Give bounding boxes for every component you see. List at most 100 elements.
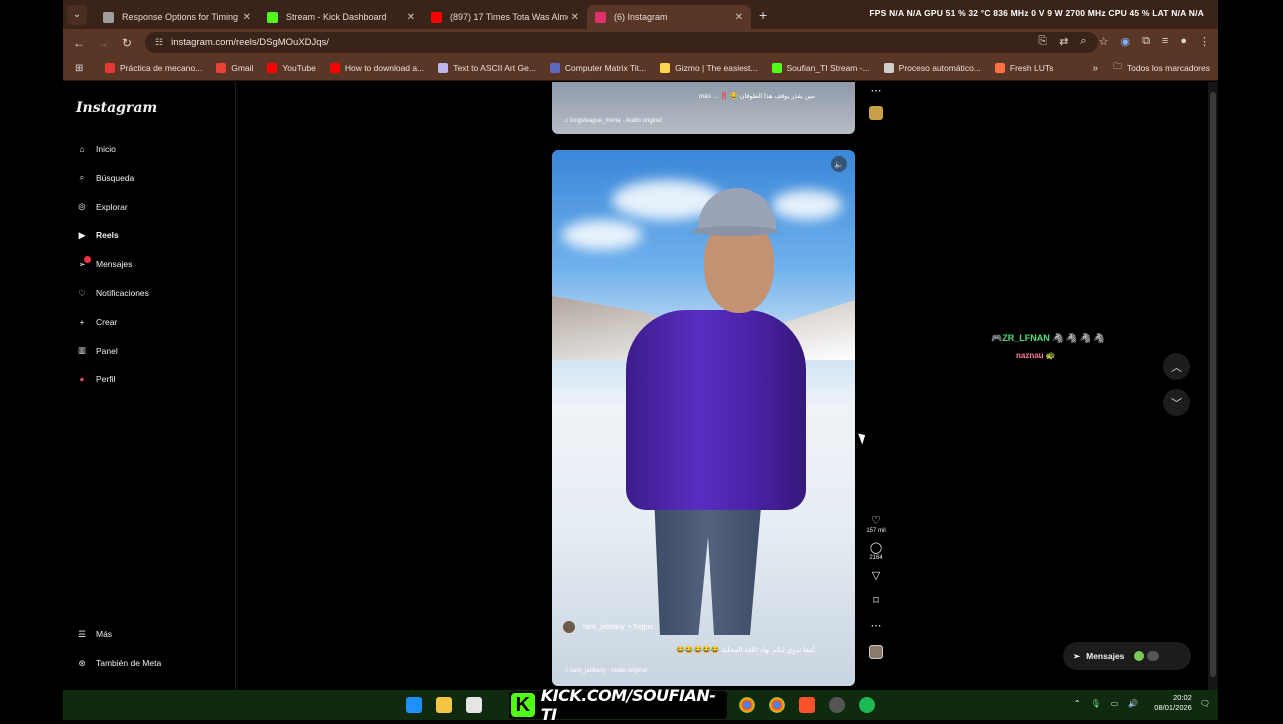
bookmark-item[interactable]: Fresh LUTs — [994, 63, 1053, 73]
address-bar[interactable]: ☷ instagram.com/reels/DSgMOuXDJqs/ — [145, 32, 1098, 53]
new-tab-button[interactable]: + — [759, 7, 767, 23]
chevron-up-icon: ︿ — [1171, 361, 1182, 374]
author-username[interactable]: tarik_jabbariy — [583, 624, 625, 631]
bookmark-item[interactable]: Gmail — [216, 63, 253, 73]
microphone-icon[interactable]: 🎙 — [1091, 699, 1101, 708]
sidebar-item-perfil[interactable]: ● Perfil — [75, 369, 115, 389]
bookmark-item[interactable]: Computer Matrix Tit... — [549, 63, 646, 73]
next-reel-button[interactable]: ﹀ — [1163, 389, 1190, 416]
sidebar-item-label: Perfil — [96, 374, 116, 385]
like-heart-icon[interactable]: ♡ — [871, 514, 881, 528]
volume-icon[interactable]: 🔊 — [1128, 699, 1138, 708]
sidebar-item-meta[interactable]: ⊛ También de Meta — [75, 653, 161, 673]
scroll-thumb[interactable] — [1210, 92, 1216, 677]
volume-icon[interactable]: 🔈 — [831, 156, 847, 172]
sidebar-item-label: Crear — [96, 316, 118, 327]
sidebar-item-panel[interactable]: ▥ Panel — [75, 341, 118, 361]
sidebar-item-more[interactable]: ☰ Más — [75, 624, 112, 644]
bookmark-favicon-icon — [549, 63, 560, 73]
reel-audio[interactable]: ♫ tarik_jabbariy · Audio original — [564, 668, 647, 674]
sidebar-item-reels[interactable]: ▶ Reels — [75, 225, 119, 245]
chrome-profile-icon[interactable] — [769, 697, 785, 713]
media-icon[interactable]: ◉ — [1120, 35, 1130, 48]
close-icon[interactable]: ✕ — [407, 12, 415, 23]
store-icon[interactable] — [466, 697, 482, 713]
bookmark-favicon-icon — [883, 63, 894, 73]
bookmark-item[interactable]: How to download a... — [329, 63, 424, 73]
bookmark-item[interactable]: Text to ASCII Art Ge... — [438, 63, 536, 73]
author-avatar[interactable] — [562, 620, 576, 634]
browser-window: ⌄ Response Options for Timing ✕ Stream -… — [63, 0, 1218, 690]
messages-button[interactable]: ➢ Mensajes — [1063, 642, 1191, 670]
bookmark-item[interactable]: Soufian_TI Stream -... — [771, 63, 870, 73]
save-icon[interactable]: ⌑ — [873, 594, 879, 608]
instagram-logo[interactable]: Instagram — [76, 100, 157, 116]
chrome-icon[interactable] — [739, 697, 755, 713]
sidebar-item-mensajes[interactable]: ➢ Mensajes — [75, 254, 132, 274]
bookmark-item[interactable]: Práctica de mecano... — [105, 63, 202, 73]
windows-start-icon[interactable] — [406, 697, 422, 713]
browser-tab[interactable]: (897) 17 Times Tota Was Almos ✕ — [423, 5, 587, 29]
bookmark-item[interactable]: YouTube — [267, 63, 316, 73]
more-options-icon[interactable]: ⋯ — [871, 84, 882, 98]
sidebar-item-inicio[interactable]: ⌂ Inicio — [75, 139, 115, 159]
more-options-icon[interactable]: ⋯ — [871, 619, 882, 633]
browser-tab[interactable]: (6) Instagram ✕ — [587, 5, 751, 29]
zoom-icon[interactable]: ⌕ — [1080, 35, 1086, 48]
sidebar-item-búsqueda[interactable]: ⌕ Búsqueda — [75, 168, 135, 188]
chevron-up-icon[interactable]: ⌃ — [1074, 699, 1081, 708]
all-bookmarks-button[interactable]: 🗀 Todos los marcadores — [1113, 61, 1210, 75]
contact-avatar — [1134, 651, 1145, 661]
share-icon[interactable]: ▽ — [872, 569, 880, 583]
apps-grid-icon[interactable]: ⊞ — [75, 63, 91, 74]
browser-tab[interactable]: Stream - Kick Dashboard ✕ — [259, 5, 423, 29]
audio-thumbnail[interactable] — [869, 106, 883, 120]
reload-button[interactable]: ↻ — [115, 36, 139, 50]
site-info-icon[interactable]: ☷ — [155, 37, 163, 48]
sidebar-item-explorar[interactable]: ◎ Explorar — [75, 197, 127, 217]
more-bookmarks-icon[interactable]: » — [1092, 63, 1098, 74]
tab-title: Stream - Kick Dashboard — [286, 12, 387, 22]
system-clock[interactable]: 20:02 08/01/2026 — [1154, 693, 1192, 713]
bookmark-star-icon[interactable]: ☆ — [1099, 35, 1109, 48]
bookmark-item[interactable]: Gizmo | The easiest... — [660, 63, 758, 73]
bookmark-item[interactable]: Proceso automático... — [883, 63, 981, 73]
previous-reel-button[interactable]: ︿ — [1163, 353, 1190, 380]
follow-button[interactable]: • Seguir — [629, 624, 654, 631]
page-scrollbar[interactable] — [1208, 82, 1218, 690]
sidebar-item-notificaciones[interactable]: ♡ Notificaciones — [75, 283, 149, 303]
extensions-icon[interactable]: ⧉ — [1142, 35, 1150, 48]
reel-video[interactable]: 🔈 tarik_jabbariy • Seguir أتبقا تدوي ليك… — [552, 150, 855, 686]
previous-reel-audio[interactable]: ♫ kingsleague_mena · Audio original — [564, 118, 662, 124]
install-icon[interactable]: ⎘ — [1038, 35, 1047, 48]
right-letterbox — [1218, 0, 1283, 720]
audio-thumbnail[interactable] — [869, 645, 883, 659]
sidebar-item-crear[interactable]: + Crear — [75, 312, 118, 332]
stream-chat-message: naznau 🐢 — [1016, 351, 1056, 360]
menu-icon[interactable]: ⋮ — [1199, 35, 1210, 48]
translate-icon[interactable]: ⇄ — [1059, 35, 1068, 48]
bookmark-label: Práctica de mecano... — [120, 63, 203, 73]
close-icon[interactable]: ✕ — [571, 12, 579, 23]
file-explorer-icon[interactable] — [436, 697, 452, 713]
notifications-icon[interactable]: 🗨 — [1200, 699, 1210, 708]
brave-icon[interactable] — [799, 697, 815, 713]
network-icon[interactable]: ▭ — [1111, 699, 1119, 708]
close-icon[interactable]: ✕ — [735, 12, 743, 23]
previous-reel[interactable]: مين يقدر يوقف هذا الطوفان 😂 ‼️ ... más ♫… — [552, 82, 855, 134]
sidebar-item-label: Panel — [96, 345, 118, 356]
tab-search-button[interactable]: ⌄ — [67, 4, 87, 25]
comment-icon[interactable]: ◯ — [870, 541, 882, 555]
browser-tab[interactable]: Response Options for Timing ✕ — [95, 5, 259, 29]
reading-list-icon[interactable]: ≡ — [1162, 35, 1168, 48]
profile-avatar[interactable]: ● — [1180, 35, 1187, 48]
bookmark-label: YouTube — [282, 63, 316, 73]
close-icon[interactable]: ✕ — [243, 12, 251, 23]
obs-icon[interactable] — [829, 697, 845, 713]
spotify-icon[interactable] — [859, 697, 875, 713]
home-icon: ⌂ — [79, 144, 85, 154]
forward-button[interactable]: → — [91, 36, 115, 50]
favicon-icon — [431, 11, 442, 23]
back-button[interactable]: ← — [67, 36, 91, 50]
performance-overlay: FPS N/A N/A GPU 51 % 32 °C 836 MHz 0 V 9… — [869, 8, 1204, 18]
